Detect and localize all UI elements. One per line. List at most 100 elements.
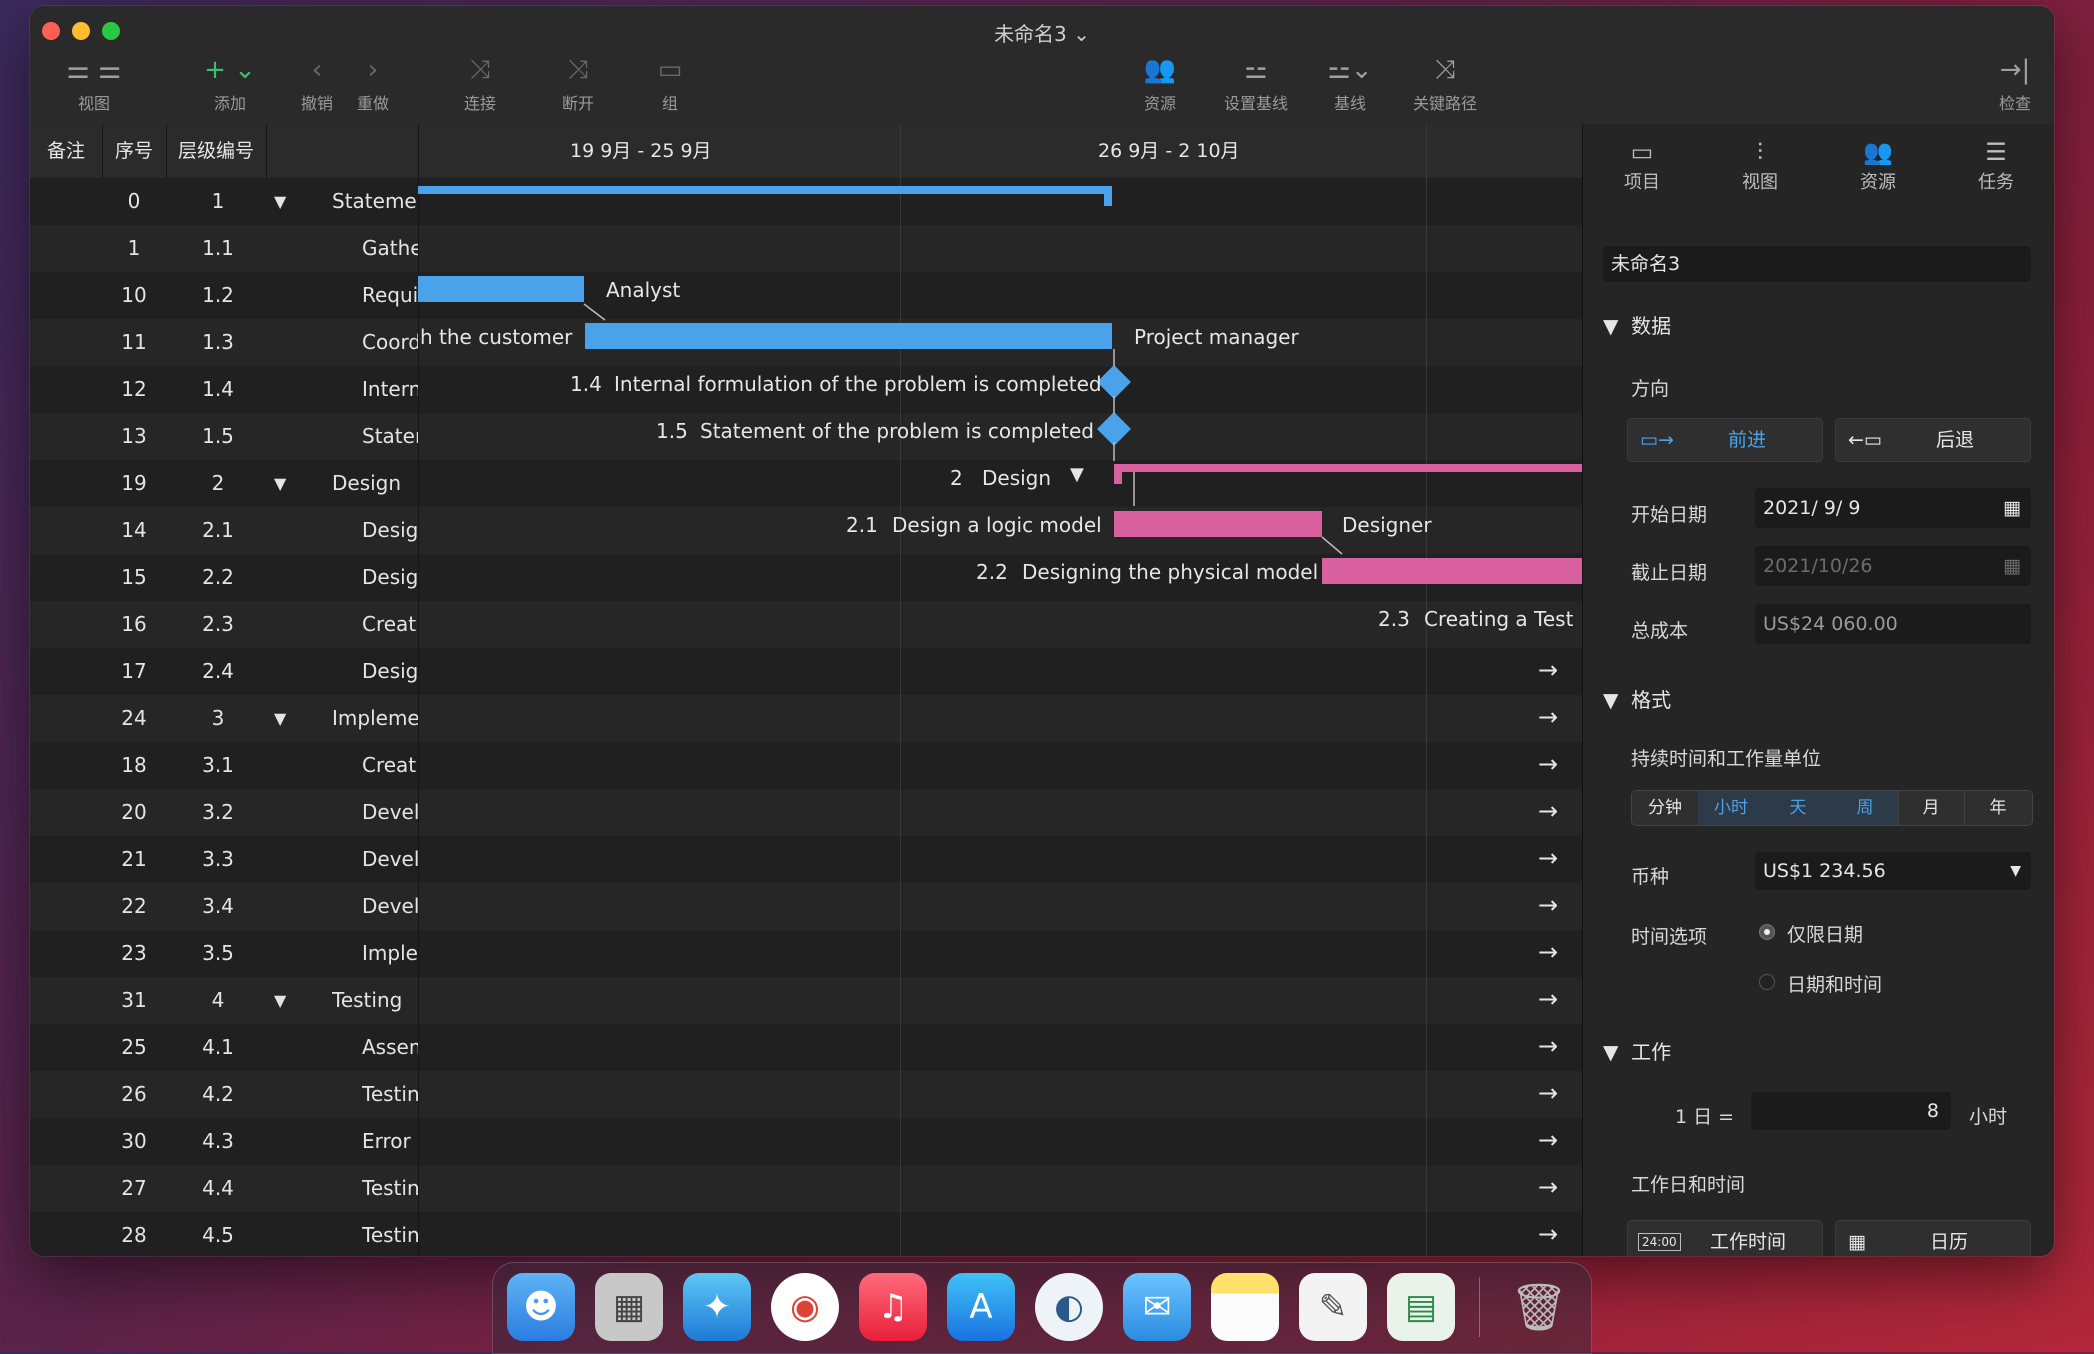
project-app-icon[interactable]: ▤ [1387, 1273, 1455, 1341]
project-icon: ▭ [1630, 138, 1654, 166]
scroll-to-task-arrow-icon[interactable]: → [1538, 985, 1558, 1013]
scroll-to-task-arrow-icon[interactable]: → [1538, 1032, 1558, 1060]
milestone-1-5[interactable] [1097, 412, 1131, 446]
calendar-icon: ▦ [2003, 555, 2021, 577]
milestone-1-4[interactable] [1097, 365, 1131, 399]
total-cost-field: US$24 060.00 [1755, 604, 2031, 644]
calendar-icon[interactable]: ▦ [2003, 488, 2021, 528]
radio-date-time[interactable] [1759, 974, 1775, 990]
end-date-label: 截止日期 [1631, 562, 1708, 584]
milestone-number: 1.4 [570, 372, 602, 396]
work-time-button[interactable]: 24:00 工作时间 [1627, 1220, 1823, 1256]
task-bar-2-2[interactable] [1322, 558, 1582, 584]
summary-bar-end [1104, 186, 1112, 206]
tab-project[interactable]: ▭ 项目 [1583, 124, 1701, 204]
scroll-to-task-arrow-icon[interactable]: → [1538, 1126, 1558, 1154]
unit-year[interactable]: 年 [1964, 791, 2032, 825]
scroll-to-task-arrow-icon[interactable]: → [1538, 656, 1558, 684]
task-number: 2.1 [846, 513, 878, 537]
task-number: 2.2 [976, 560, 1008, 584]
section-format[interactable]: ▼ 格式 [1603, 684, 1671, 713]
forward-arrow-icon: ▭→ [1640, 429, 1674, 451]
trash-icon[interactable]: 🗑 [1505, 1273, 1573, 1341]
scroll-to-task-arrow-icon[interactable]: → [1538, 1079, 1558, 1107]
people-icon: 👥 [1863, 138, 1893, 166]
inspect-button[interactable]: →| 检查 [1990, 54, 2040, 114]
units-segmented-control: 分钟 小时 天 周 月 年 [1631, 790, 2033, 826]
inspector-panel: ▭ 项目 ⫶ 视图 👥 资源 ☰ 任务 未命名3 ▼ 数据 方向 ▭→ 前进 ←… [1582, 124, 2054, 1256]
summary-number: 2 [950, 466, 963, 490]
milestone-number: 1.5 [656, 419, 688, 443]
inspector-toggle-icon: →| [1999, 55, 2031, 85]
summary-label: Design [982, 466, 1052, 490]
task-label: Creating a Test I [1424, 607, 1580, 631]
milestone-label: Internal formulation of the problem is c… [614, 372, 1102, 396]
total-cost-label: 总成本 [1631, 620, 1689, 642]
calendar-button[interactable]: ▦ 日历 [1835, 1220, 2031, 1256]
end-date-field: 2021/10/26 ▦ [1755, 546, 2031, 586]
direction-label: 方向 [1631, 378, 1670, 400]
notes-icon[interactable] [1211, 1273, 1279, 1341]
task-label: Designing the physical model [1022, 560, 1319, 584]
hours-unit-label: 小时 [1969, 1106, 2008, 1128]
task-label: Design a logic model [892, 513, 1102, 537]
sliders-icon: ⫶ [1757, 138, 1763, 166]
mail-icon[interactable]: ✉ [1123, 1273, 1191, 1341]
scroll-to-task-arrow-icon[interactable]: → [1538, 844, 1558, 872]
units-label: 持续时间和工作量单位 [1631, 748, 1822, 770]
scroll-to-task-arrow-icon[interactable]: → [1538, 1220, 1558, 1248]
app-store-icon[interactable]: A [947, 1273, 1015, 1341]
task-bar-1-3[interactable] [585, 323, 1112, 349]
unit-week[interactable]: 周 [1832, 791, 1899, 825]
finder-icon[interactable]: ☻ [507, 1273, 575, 1341]
hours-per-day-field[interactable]: 8 [1751, 1092, 1951, 1130]
dependency-link [583, 303, 606, 321]
scroll-to-task-arrow-icon[interactable]: → [1538, 797, 1558, 825]
radio-date-time-label: 日期和时间 [1787, 974, 1883, 996]
task-number: 2.3 [1378, 607, 1410, 631]
tab-view[interactable]: ⫶ 视图 [1701, 124, 1819, 204]
calendar-icon: ▦ [1848, 1231, 1866, 1253]
backward-button[interactable]: ←▭ 后退 [1835, 418, 2031, 462]
dropdown-arrow-icon: ▼ [2010, 863, 2021, 879]
launchpad-icon[interactable]: ▦ [595, 1273, 663, 1341]
forward-button[interactable]: ▭→ 前进 [1627, 418, 1823, 462]
scroll-to-task-arrow-icon[interactable]: → [1538, 938, 1558, 966]
edge-icon[interactable]: ◐ [1035, 1273, 1103, 1341]
currency-label: 币种 [1631, 866, 1670, 888]
summary-bar-statement[interactable] [418, 186, 1110, 194]
textedit-icon[interactable]: ✎ [1299, 1273, 1367, 1341]
work-days-label: 工作日和时间 [1631, 1174, 1746, 1196]
scroll-to-task-arrow-icon[interactable]: → [1538, 891, 1558, 919]
radio-date-only-label: 仅限日期 [1787, 924, 1864, 946]
radio-selected-dot [1764, 929, 1770, 935]
task-bar-2-1[interactable] [1114, 511, 1322, 537]
chrome-icon[interactable]: ◉ [771, 1273, 839, 1341]
unit-month[interactable]: 月 [1898, 791, 1965, 825]
unit-minute[interactable]: 分钟 [1632, 791, 1699, 825]
dependency-link [1321, 536, 1343, 555]
scroll-to-task-arrow-icon[interactable]: → [1538, 1173, 1558, 1201]
radio-date-only[interactable] [1759, 924, 1775, 940]
summary-bar-start [1114, 464, 1122, 484]
unit-day[interactable]: 天 [1764, 791, 1833, 825]
project-name-field[interactable]: 未命名3 [1603, 246, 2031, 282]
task-bar-1-2[interactable] [418, 276, 584, 302]
section-work[interactable]: ▼ 工作 [1603, 1036, 1671, 1065]
tab-task[interactable]: ☰ 任务 [1937, 124, 2054, 204]
tab-resources[interactable]: 👥 资源 [1819, 124, 1937, 204]
resource-label: Designer [1342, 513, 1432, 537]
section-data[interactable]: ▼ 数据 [1603, 310, 1671, 339]
summary-bar-design[interactable] [1114, 464, 1582, 472]
scroll-to-task-arrow-icon[interactable]: → [1538, 703, 1558, 731]
task-name-overflow: h the customer [420, 325, 573, 349]
task-icon: ☰ [1985, 138, 2007, 166]
music-icon[interactable]: ♫ [859, 1273, 927, 1341]
start-date-field[interactable]: 2021/ 9/ 9 ▦ [1755, 488, 2031, 528]
collapse-triangle-icon[interactable]: ▼ [1070, 464, 1084, 485]
day-equals-label: 1 日 = [1675, 1106, 1735, 1128]
safari-icon[interactable]: ✦ [683, 1273, 751, 1341]
unit-hour[interactable]: 小时 [1698, 791, 1765, 825]
scroll-to-task-arrow-icon[interactable]: → [1538, 750, 1558, 778]
currency-select[interactable]: US$1 234.56 ▼ [1755, 852, 2031, 890]
